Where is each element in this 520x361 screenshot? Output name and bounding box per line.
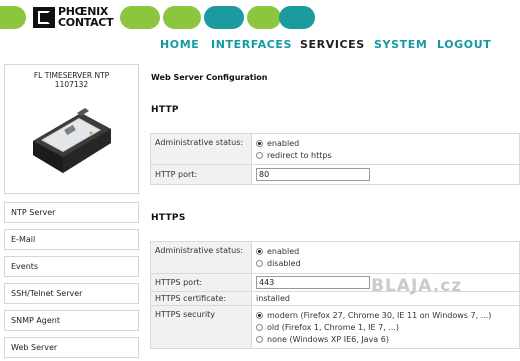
device-part-number: 1107132: [54, 80, 89, 89]
security-modern-row[interactable]: modern (Firefox 27, Chrome 30, IE 11 on …: [256, 309, 515, 321]
radio-security-modern[interactable]: [256, 311, 263, 319]
radio-security-old[interactable]: [256, 323, 263, 331]
https-security-options: modern (Firefox 27, Chrome 30, IE 11 on …: [251, 305, 520, 349]
sidebar-item-events[interactable]: Events: [4, 256, 139, 277]
nav-system[interactable]: SYSTEM: [374, 38, 427, 51]
http-port-label: HTTP port:: [150, 164, 252, 185]
radio-enabled-label: enabled: [267, 138, 300, 148]
phoenix-contact-logo: PHŒNIX CONTACT: [33, 6, 123, 29]
sidebar-item-web-server[interactable]: Web Server: [4, 337, 139, 358]
radio-security-modern-label: modern (Firefox 27, Chrome 30, IE 11 on …: [267, 310, 492, 320]
decor-pill: [120, 6, 160, 29]
radio-security-none[interactable]: [256, 335, 263, 343]
https-section-title: HTTPS: [151, 213, 186, 223]
http-settings-table: Administrative status: enabled redirect …: [150, 133, 520, 185]
https-admin-status-label: Administrative status:: [150, 241, 252, 274]
radio-https-disabled-label: disabled: [267, 259, 301, 268]
radio-redirect-https[interactable]: [256, 151, 263, 159]
https-security-label: HTTPS security: [150, 305, 252, 349]
https-settings-table: Administrative status: enabled disabled …: [150, 241, 520, 349]
page-title: Web Server Configuration: [151, 73, 268, 82]
logo-text-line2: CONTACT: [58, 16, 114, 29]
decor-pill: [279, 6, 315, 29]
nav-interfaces[interactable]: INTERFACES: [211, 38, 292, 51]
radio-security-none-label: none (Windows XP IE6, Java 6): [267, 334, 389, 344]
watermark: BLAJA.cz: [371, 276, 463, 296]
decor-pill: [163, 6, 201, 29]
https-certificate-label: HTTPS certificate:: [150, 291, 252, 306]
sidebar-item-ntp-server[interactable]: NTP Server: [4, 202, 139, 223]
sidebar-item-email[interactable]: E-Mail: [4, 229, 139, 250]
security-none-row[interactable]: none (Windows XP IE6, Java 6): [256, 333, 515, 345]
nav-services[interactable]: SERVICES: [300, 38, 365, 51]
https-radio-enabled-row[interactable]: enabled: [256, 246, 515, 258]
radio-redirect-label: redirect to https: [267, 150, 332, 160]
https-radio-disabled-row[interactable]: disabled: [256, 258, 515, 270]
security-old-row[interactable]: old (Firefox 1, Chrome 1, IE 7, ...): [256, 321, 515, 333]
http-section-title: HTTP: [151, 105, 179, 115]
http-radio-enabled-row[interactable]: enabled: [256, 137, 515, 149]
device-card: FL TIMESERVER NTP 1107132: [4, 64, 139, 194]
https-admin-status-options: enabled disabled: [251, 241, 520, 274]
nav-logout[interactable]: LOGOUT: [437, 38, 491, 51]
device-image: [33, 108, 111, 173]
http-admin-status-options: enabled redirect to https: [251, 133, 520, 165]
logo-mark-icon: [33, 7, 55, 28]
http-port-input[interactable]: 80: [256, 168, 370, 181]
radio-https-enabled-label: enabled: [267, 247, 300, 256]
decor-pill: [247, 6, 281, 29]
http-radio-redirect-row[interactable]: redirect to https: [256, 149, 515, 161]
nav-home[interactable]: HOME: [160, 38, 199, 51]
decor-pill: [204, 6, 244, 29]
http-port-cell: 80: [251, 164, 520, 185]
radio-security-old-label: old (Firefox 1, Chrome 1, IE 7, ...): [267, 322, 400, 332]
main-nav: HOME INTERFACES SERVICES SYSTEM LOGOUT: [0, 38, 520, 52]
radio-https-disabled[interactable]: [256, 260, 263, 267]
https-port-input[interactable]: 443: [256, 276, 370, 289]
decor-pill: [0, 6, 26, 29]
radio-enabled[interactable]: [256, 139, 263, 147]
radio-https-enabled[interactable]: [256, 248, 263, 255]
http-admin-status-label: Administrative status:: [150, 133, 252, 165]
header-bar: PHŒNIX CONTACT: [0, 0, 520, 36]
sidebar-item-snmp-agent[interactable]: SNMP Agent: [4, 310, 139, 331]
https-port-label: HTTPS port:: [150, 273, 252, 292]
sidebar-item-ssh-telnet-server[interactable]: SSH/Telnet Server: [4, 283, 139, 304]
logo-wordmark: PHŒNIX CONTACT: [58, 6, 114, 29]
